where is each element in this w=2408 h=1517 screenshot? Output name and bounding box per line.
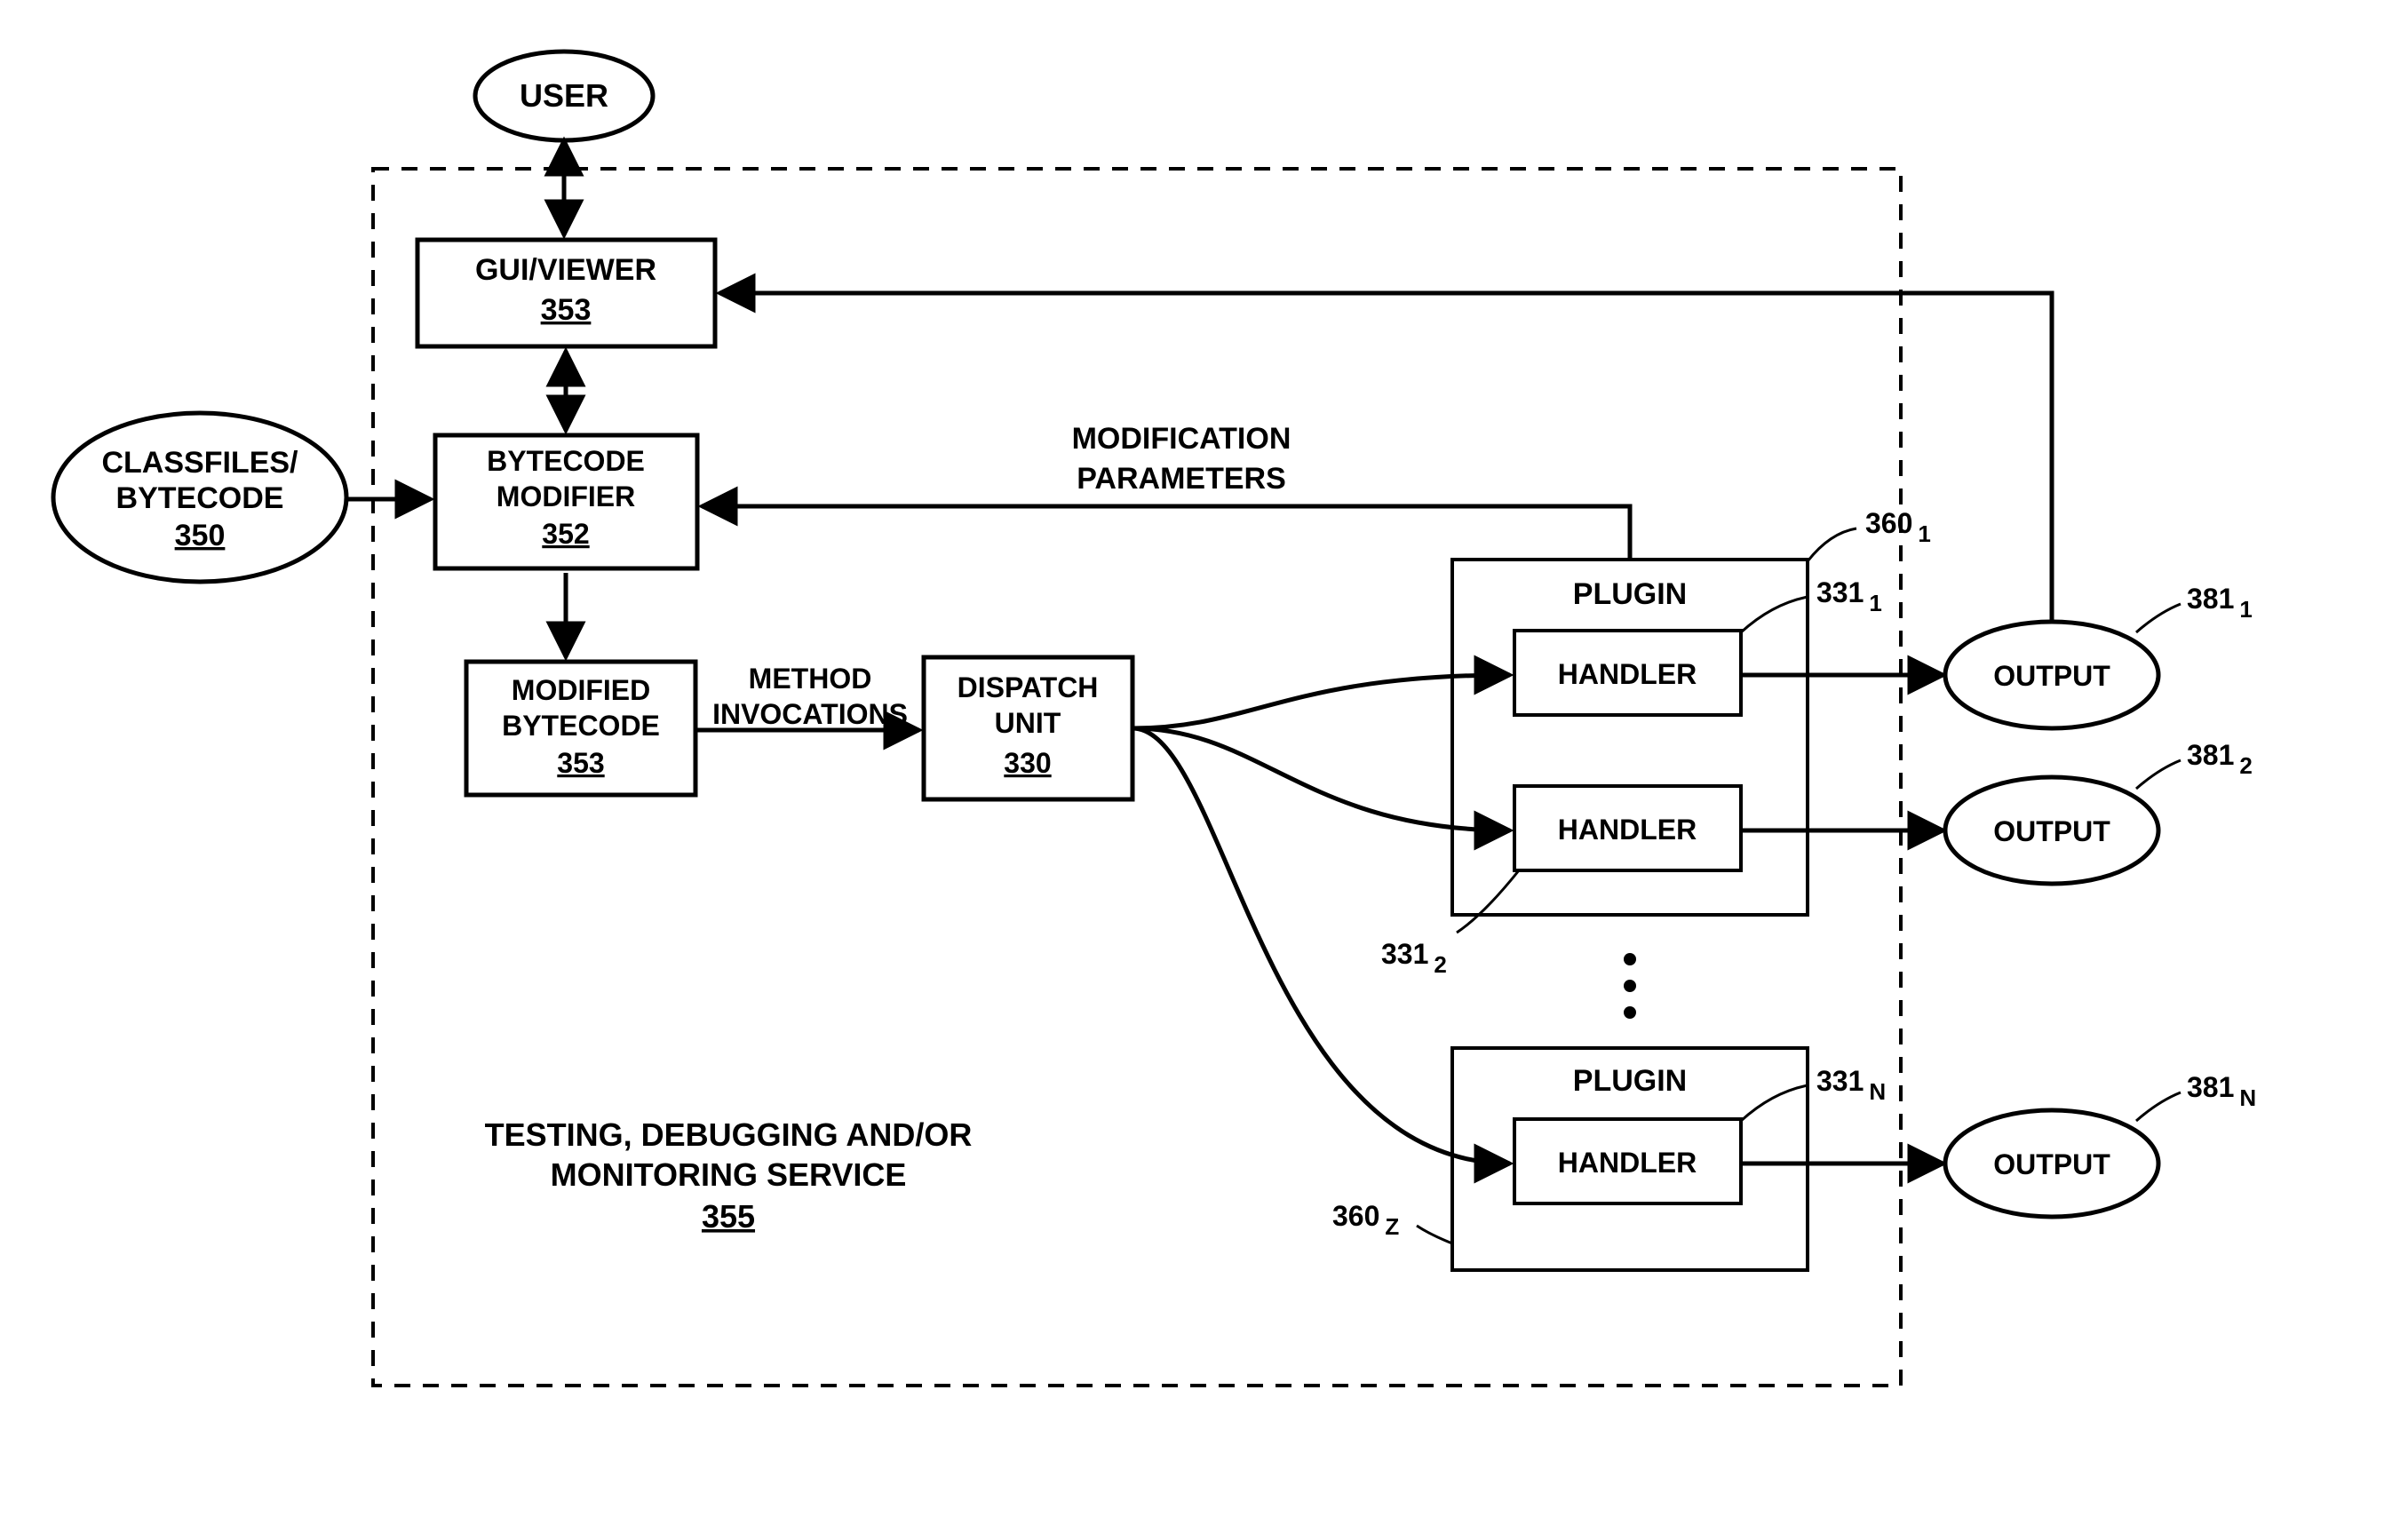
ref-331-2: 3312 <box>1381 938 1447 978</box>
modparams-l2: PARAMETERS <box>1077 462 1286 496</box>
ellipsis-dot <box>1624 980 1636 992</box>
handler-label-1: HANDLER <box>1558 658 1697 690</box>
dispatch-l2: UNIT <box>995 707 1061 739</box>
guiviewer-ref: 353 <box>541 293 592 327</box>
ref-381-1: 3811 <box>2187 583 2253 623</box>
output-label-n: OUTPUT <box>1993 1148 2110 1180</box>
output-label-1: OUTPUT <box>1993 660 2110 692</box>
conn-plugin-modifier <box>702 506 1630 558</box>
modified-ref: 353 <box>557 747 604 779</box>
method-inv-l1: METHOD <box>749 663 872 695</box>
ref-381-2: 3812 <box>2187 739 2253 779</box>
modifier-l1: BYTECODE <box>487 445 645 477</box>
ref-360-1: 3601 <box>1865 507 1931 547</box>
service-ref: 355 <box>702 1198 755 1235</box>
guiviewer-title: GUI/VIEWER <box>475 253 656 287</box>
classfiles-l1: CLASSFILES/ <box>101 446 298 480</box>
ref-331-1: 3311 <box>1816 576 1882 616</box>
classfiles-ref: 350 <box>175 519 226 552</box>
service-l2: MONITORING SERVICE <box>551 1156 907 1193</box>
conn-output-gui <box>719 293 2052 620</box>
leader-381-2 <box>2136 760 2181 789</box>
ref-331-n: 331N <box>1816 1065 1886 1105</box>
modified-l1: MODIFIED <box>512 674 650 706</box>
dispatch-ref: 330 <box>1004 747 1051 779</box>
modifier-ref: 352 <box>542 518 589 550</box>
user-label: USER <box>520 77 608 114</box>
modparams-l1: MODIFICATION <box>1072 422 1291 456</box>
ref-360-z: 360Z <box>1332 1200 1399 1240</box>
ellipsis-dot <box>1624 953 1636 965</box>
handler-label-n: HANDLER <box>1558 1147 1697 1179</box>
plugin-label-1: PLUGIN <box>1573 577 1687 611</box>
dispatch-l1: DISPATCH <box>958 671 1099 703</box>
output-label-2: OUTPUT <box>1993 815 2110 847</box>
plugin-label-z: PLUGIN <box>1573 1064 1687 1098</box>
leader-360-z <box>1417 1226 1452 1243</box>
leader-381-1 <box>2136 604 2181 632</box>
modifier-l2: MODIFIER <box>497 481 635 512</box>
diagram-canvas: USER CLASSFILES/ BYTECODE 350 GUI/VIEWER… <box>0 0 2408 1517</box>
service-l1: TESTING, DEBUGGING AND/OR <box>485 1116 973 1153</box>
ellipsis-dot <box>1624 1006 1636 1019</box>
handler-label-2: HANDLER <box>1558 814 1697 846</box>
method-inv-l2: INVOCATIONS <box>712 698 908 730</box>
modified-l2: BYTECODE <box>502 710 660 742</box>
ref-381-n: 381N <box>2187 1071 2256 1111</box>
leader-360-1 <box>1808 528 1856 561</box>
leader-381-n <box>2136 1092 2181 1121</box>
classfiles-l2: BYTECODE <box>116 481 284 515</box>
